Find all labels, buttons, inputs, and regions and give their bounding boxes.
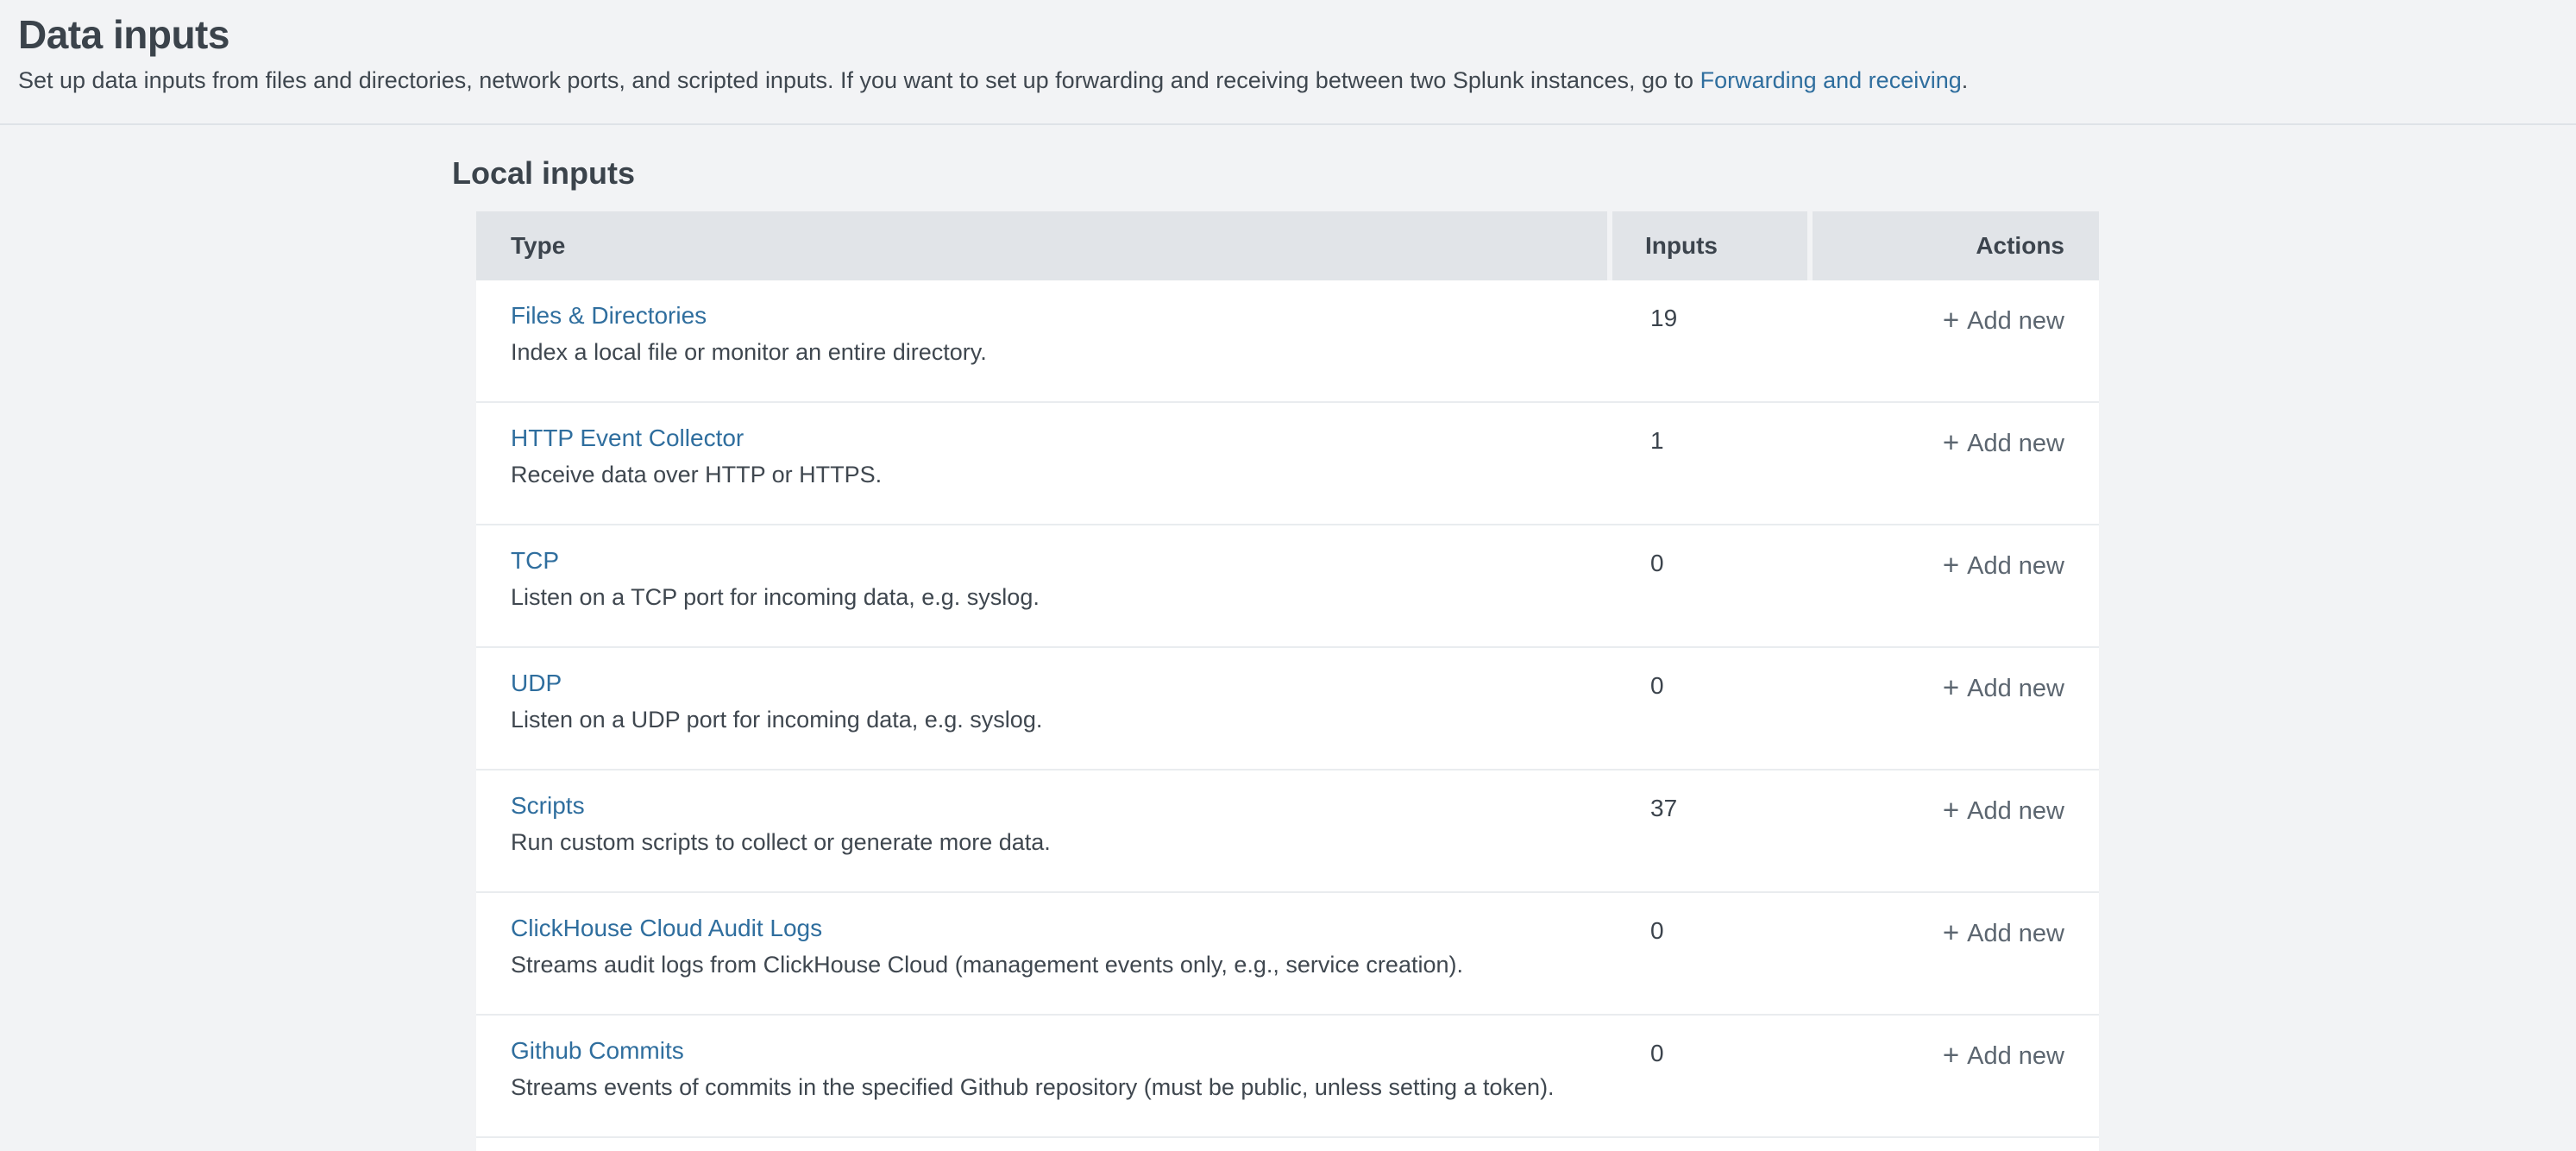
plus-icon: +	[1943, 426, 1959, 458]
input-type-description: Streams events of commits in the specifi…	[511, 1074, 1595, 1100]
actions-cell: + Add new	[1813, 525, 2099, 646]
input-type-description: Listen on a TCP port for incoming data, …	[511, 584, 1595, 610]
main-content: Local inputs Type Inputs Actions Files &…	[452, 125, 2576, 1151]
table-row-partial	[476, 1138, 2099, 1151]
input-type-description: Streams audit logs from ClickHouse Cloud…	[511, 952, 1595, 978]
input-type-description: Listen on a UDP port for incoming data, …	[511, 707, 1595, 733]
actions-cell: + Add new	[1813, 1016, 2099, 1136]
input-type-link[interactable]: Scripts	[511, 793, 585, 819]
page-header: Data inputs Set up data inputs from file…	[0, 0, 2576, 125]
add-new-label: Add new	[1967, 307, 2064, 335]
add-new-label: Add new	[1967, 430, 2064, 457]
table-row: UDP Listen on a UDP port for incoming da…	[476, 648, 2099, 770]
inputs-count: 0	[1612, 648, 1813, 769]
plus-icon: +	[1943, 794, 1959, 826]
local-inputs-table: Type Inputs Actions Files & Directories …	[476, 211, 2099, 1151]
input-type-link[interactable]: HTTP Event Collector	[511, 425, 744, 451]
table-row: ClickHouse Cloud Audit Logs Streams audi…	[476, 893, 2099, 1016]
inputs-count: 0	[1612, 1016, 1813, 1136]
add-new-button[interactable]: + Add new	[1943, 1038, 2064, 1071]
type-cell: TCP Listen on a TCP port for incoming da…	[476, 525, 1612, 646]
column-header-type: Type	[476, 211, 1607, 280]
add-new-label: Add new	[1967, 797, 2064, 825]
add-new-button[interactable]: + Add new	[1943, 548, 2064, 581]
inputs-count: 0	[1612, 893, 1813, 1014]
input-type-description: Receive data over HTTP or HTTPS.	[511, 462, 1595, 487]
add-new-label: Add new	[1967, 675, 2064, 702]
inputs-count: 37	[1612, 770, 1813, 891]
plus-icon: +	[1943, 304, 1959, 336]
table-header-row: Type Inputs Actions	[476, 211, 2099, 280]
add-new-button[interactable]: + Add new	[1943, 425, 2064, 458]
plus-icon: +	[1943, 916, 1959, 948]
forwarding-and-receiving-link[interactable]: Forwarding and receiving	[1700, 67, 1962, 93]
table-row: Scripts Run custom scripts to collect or…	[476, 770, 2099, 893]
page-subtitle-period: .	[1962, 67, 1969, 93]
type-cell: UDP Listen on a UDP port for incoming da…	[476, 648, 1612, 769]
add-new-label: Add new	[1967, 1042, 2064, 1070]
type-cell: HTTP Event Collector Receive data over H…	[476, 403, 1612, 524]
table-row: Github Commits Streams events of commits…	[476, 1016, 2099, 1138]
input-type-link[interactable]: TCP	[511, 548, 559, 574]
input-type-link[interactable]: ClickHouse Cloud Audit Logs	[511, 915, 822, 941]
table-row: Files & Directories Index a local file o…	[476, 280, 2099, 403]
table-row: TCP Listen on a TCP port for incoming da…	[476, 525, 2099, 648]
add-new-label: Add new	[1967, 920, 2064, 947]
actions-cell: + Add new	[1813, 648, 2099, 769]
local-inputs-heading: Local inputs	[452, 158, 2576, 189]
table-body: Files & Directories Index a local file o…	[476, 280, 2099, 1138]
actions-cell: + Add new	[1813, 280, 2099, 401]
inputs-count: 0	[1612, 525, 1813, 646]
input-type-description: Run custom scripts to collect or generat…	[511, 829, 1595, 855]
input-type-link[interactable]: UDP	[511, 670, 562, 696]
add-new-label: Add new	[1967, 552, 2064, 580]
plus-icon: +	[1943, 671, 1959, 703]
plus-icon: +	[1943, 1039, 1959, 1071]
inputs-count: 19	[1612, 280, 1813, 401]
type-cell: Scripts Run custom scripts to collect or…	[476, 770, 1612, 891]
type-cell: Files & Directories Index a local file o…	[476, 280, 1612, 401]
type-cell: ClickHouse Cloud Audit Logs Streams audi…	[476, 893, 1612, 1014]
input-type-description: Index a local file or monitor an entire …	[511, 339, 1595, 365]
type-cell: Github Commits Streams events of commits…	[476, 1016, 1612, 1136]
input-type-link[interactable]: Files & Directories	[511, 303, 707, 329]
column-header-inputs: Inputs	[1612, 211, 1807, 280]
actions-cell: + Add new	[1813, 770, 2099, 891]
page-subtitle: Set up data inputs from files and direct…	[18, 66, 2555, 94]
page-subtitle-text: Set up data inputs from files and direct…	[18, 67, 1700, 93]
column-header-actions: Actions	[1813, 211, 2099, 280]
page-title: Data inputs	[18, 12, 2555, 58]
plus-icon: +	[1943, 549, 1959, 581]
add-new-button[interactable]: + Add new	[1943, 670, 2064, 703]
actions-cell: + Add new	[1813, 893, 2099, 1014]
table-row: HTTP Event Collector Receive data over H…	[476, 403, 2099, 525]
add-new-button[interactable]: + Add new	[1943, 793, 2064, 826]
input-type-link[interactable]: Github Commits	[511, 1038, 684, 1064]
inputs-count: 1	[1612, 403, 1813, 524]
add-new-button[interactable]: + Add new	[1943, 915, 2064, 948]
add-new-button[interactable]: + Add new	[1943, 303, 2064, 336]
actions-cell: + Add new	[1813, 403, 2099, 524]
